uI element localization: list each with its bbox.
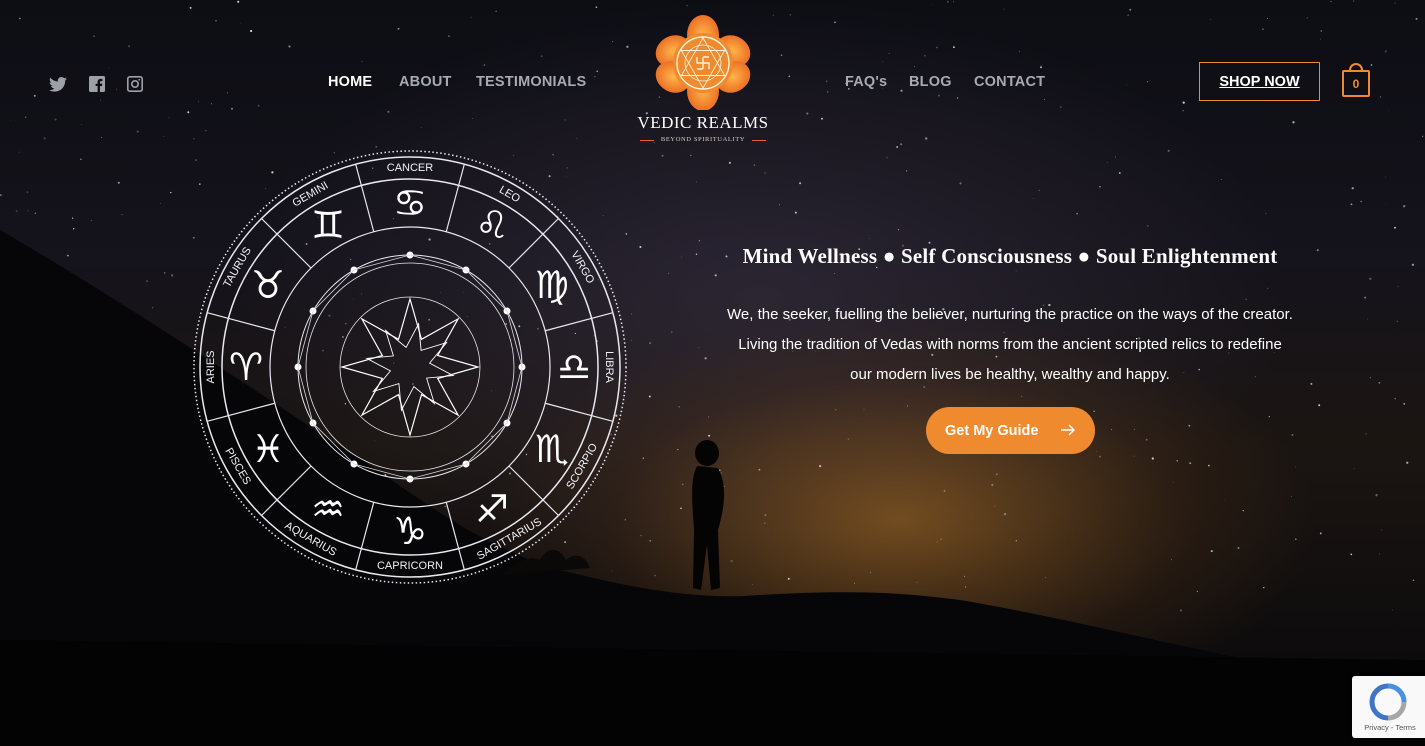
- get-my-guide-label: Get My Guide: [945, 422, 1039, 439]
- recaptcha-icon: [1369, 683, 1407, 721]
- zodiac-symbol-pisces: ♓︎: [251, 427, 285, 471]
- instagram-icon[interactable]: [126, 75, 144, 93]
- arrow-right-icon: [1061, 424, 1075, 436]
- lotus-emblem-icon: [655, 15, 751, 111]
- zodiac-symbol-capricorn: ♑︎: [393, 509, 427, 553]
- zodiac-symbol-libra: ♎︎: [557, 345, 591, 389]
- person-silhouette: [692, 440, 725, 590]
- hero-description-line: our modern lives be healthy, wealthy and…: [850, 366, 1170, 383]
- zodiac-divider: [355, 164, 375, 232]
- site-logo[interactable]: VEDIC REALMS BEYOND SPIRITUALITY: [632, 14, 774, 149]
- nav-blog[interactable]: BLOG: [909, 74, 952, 90]
- zodiac-label-virgo: VIRGO: [568, 249, 596, 286]
- zodiac-label-cancer: CANCER: [387, 162, 434, 174]
- zodiac-symbol-cancer: ♋︎: [393, 181, 427, 225]
- zodiac-symbol-gemini: ♊︎: [311, 203, 345, 247]
- zodiac-label-pisces: PISCES: [222, 446, 253, 487]
- zodiac-symbol-scorpio: ♏︎: [535, 427, 569, 471]
- zodiac-label-libra: LIBRA: [603, 351, 615, 383]
- cart-count: 0: [1352, 76, 1360, 91]
- twitter-icon[interactable]: [49, 75, 67, 93]
- center-star-inner: [365, 322, 455, 412]
- shop-now-button[interactable]: SHOP NOW: [1199, 62, 1320, 101]
- nav-contact[interactable]: CONTACT: [974, 74, 1045, 90]
- zodiac-label-capricorn: CAPRICORN: [377, 560, 443, 572]
- zodiac-symbol-sagittarius: ♐︎: [475, 487, 509, 531]
- nav-about[interactable]: ABOUT: [399, 74, 452, 90]
- logo-title: VEDIC REALMS: [637, 113, 769, 132]
- zodiac-symbol-virgo: ♍︎: [535, 263, 569, 307]
- zodiac-label-taurus: TAURUS: [221, 245, 254, 289]
- zodiac-symbol-aquarius: ♒︎: [311, 487, 345, 531]
- hero-section: HOME ABOUT TESTIMONIALS VEDIC REALMS BEY…: [0, 0, 1425, 746]
- zodiac-wheel-graphic: CANCER♋︎ LEO♌︎VIRGO♍︎LIBRA♎︎SCORPIO♏︎SAGI…: [193, 150, 627, 584]
- zodiac-divider: [355, 502, 375, 570]
- center-star: [339, 296, 481, 438]
- zodiac-divider: [445, 502, 465, 570]
- zodiac-symbol-taurus: ♉︎: [251, 263, 285, 307]
- hero-description: We, the seeker, fuelling the believer, n…: [700, 300, 1320, 390]
- cart-icon[interactable]: 0: [1342, 70, 1370, 97]
- site-header: HOME ABOUT TESTIMONIALS VEDIC REALMS BEY…: [0, 0, 1425, 150]
- zodiac-divider: [207, 402, 275, 422]
- hero-headline: Mind Wellness ● Self Consciousness ● Sou…: [742, 244, 1278, 268]
- zodiac-label-aries: ARIES: [205, 350, 217, 383]
- hero-description-line: Living the tradition of Vedas with norms…: [738, 336, 1282, 353]
- logo-divider-right: [752, 140, 766, 141]
- get-my-guide-button[interactable]: Get My Guide: [926, 407, 1095, 454]
- hero-description-line: We, the seeker, fuelling the believer, n…: [727, 306, 1293, 323]
- nav-testimonials[interactable]: TESTIMONIALS: [476, 74, 586, 90]
- zodiac-divider: [545, 402, 613, 422]
- facebook-icon[interactable]: [88, 75, 106, 93]
- nav-home[interactable]: HOME: [328, 74, 372, 90]
- zodiac-divider: [545, 312, 613, 332]
- recaptcha-badge[interactable]: Privacy - Terms: [1352, 676, 1425, 738]
- node-polygon: [297, 254, 523, 480]
- zodiac-symbol-aries: ♈︎: [229, 345, 263, 389]
- zodiac-divider: [207, 312, 275, 332]
- nav-faqs[interactable]: FAQ's: [845, 74, 887, 90]
- zodiac-symbol-leo: ♌︎: [475, 203, 509, 247]
- recaptcha-links[interactable]: Privacy - Terms: [1356, 723, 1424, 732]
- zodiac-divider: [445, 164, 465, 232]
